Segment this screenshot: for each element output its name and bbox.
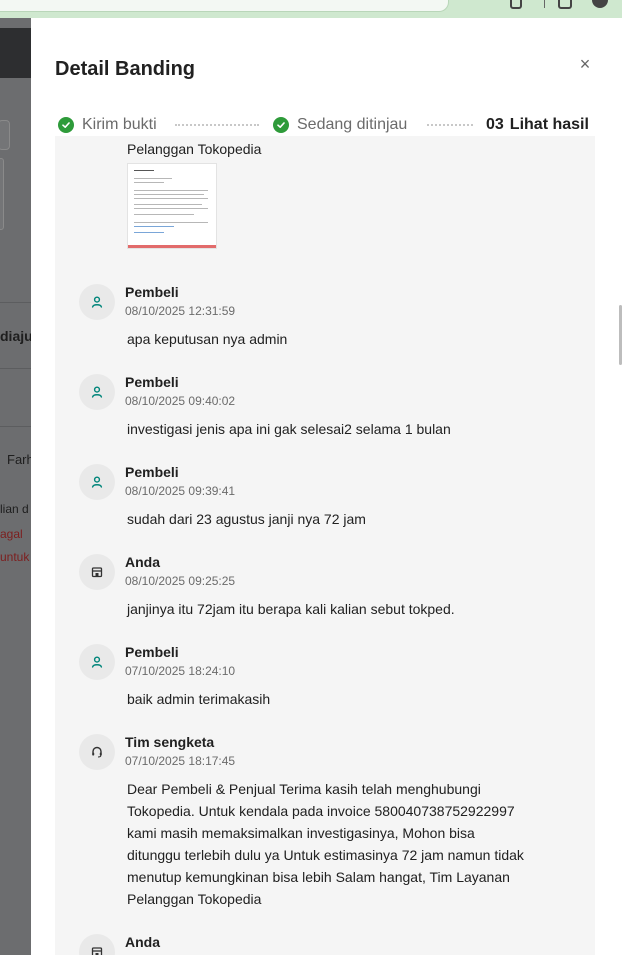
- profile-avatar[interactable]: [592, 0, 608, 8]
- message-text: Dear Pembeli & Penjual Terima kasih tela…: [127, 781, 524, 907]
- step-lihat-hasil: 03 Lihat hasil: [486, 114, 589, 136]
- attachment-caption: Pelanggan Tokopedia: [127, 141, 262, 157]
- message-sender: Pembeli: [125, 284, 179, 300]
- address-bar[interactable]: [0, 0, 449, 12]
- message-timestamp: 07/10/2025 18:24:10: [125, 664, 236, 678]
- backdrop-divider: [0, 426, 31, 427]
- message-sender: Tim sengketa: [125, 734, 215, 750]
- message-timestamp: 08/10/2025 09:39:41: [125, 484, 236, 498]
- backdrop-divider: [0, 368, 31, 369]
- avatar: [79, 374, 115, 410]
- step-sedang-ditinjau: Sedang ditinjau: [273, 114, 407, 136]
- message-text: janjinya itu 72jam itu berapa kali kalia…: [127, 601, 455, 617]
- backdrop-card: [0, 120, 10, 150]
- message-text: sudah dari 23 agustus janji nya 72 jam: [127, 511, 366, 527]
- user-icon: [91, 386, 103, 398]
- step-kirim-bukti: Kirim bukti: [58, 114, 157, 136]
- backdrop-divider: [0, 302, 31, 303]
- backdrop-text: lian d: [0, 502, 29, 516]
- store-icon: [91, 567, 103, 578]
- message-text: baik admin terimakasih: [127, 691, 271, 707]
- user-icon: [91, 656, 103, 668]
- backdrop-text: agal: [0, 527, 23, 541]
- check-circle-icon: [58, 117, 74, 133]
- avatar: [79, 734, 115, 770]
- message-timestamp: 08/10/2025 12:31:59: [125, 304, 236, 318]
- toolbar-divider: [544, 0, 545, 8]
- check-circle-icon: [273, 117, 289, 133]
- drawer-title: Detail Banding: [55, 58, 196, 80]
- progress-stepper: Kirim bukti Sedang ditinjau 03 Lihat has…: [58, 114, 622, 136]
- message-timestamp: 07/10/2025 18:17:45: [125, 754, 236, 768]
- extension-icon[interactable]: [510, 0, 522, 9]
- user-icon: [91, 476, 103, 488]
- step-label: Lihat hasil: [509, 116, 589, 133]
- avatar: [79, 554, 115, 590]
- message-text: investigasi jenis apa ini gak selesai2 s…: [127, 421, 451, 437]
- close-button[interactable]: ×: [575, 54, 595, 74]
- browser-chrome: [0, 0, 622, 18]
- appeal-detail-drawer: Detail Banding × Kirim bukti Sedang diti…: [31, 18, 622, 955]
- browser-toolbar-icons: [472, 0, 622, 18]
- avatar: [79, 934, 115, 955]
- store-icon: [91, 947, 103, 955]
- headset-icon: [92, 746, 102, 758]
- backdrop-card: [0, 158, 4, 230]
- message-sender: Pembeli: [125, 464, 179, 480]
- backdrop-text: untuk: [0, 550, 30, 564]
- backdrop-text: diaju: [0, 328, 31, 344]
- message-sender: Pembeli: [125, 644, 179, 660]
- avatar: [79, 284, 115, 320]
- backdrop-header: [0, 28, 31, 78]
- step-label: Sedang ditinjau: [297, 116, 408, 133]
- step-connector: [175, 124, 259, 128]
- discussion-thread[interactable]: Pelanggan Tokopedia Pembeli 08/10/2025 1…: [55, 136, 595, 955]
- message-sender: Anda: [125, 934, 160, 950]
- step-number: 03: [486, 116, 504, 133]
- message-text: apa keputusan nya admin: [127, 331, 288, 347]
- message-timestamp: 08/10/2025 09:40:02: [125, 394, 236, 408]
- message-sender: Anda: [125, 554, 160, 570]
- backdrop-text: Farh: [7, 452, 31, 467]
- page-backdrop: diaju Farh lian d agal untuk: [0, 18, 31, 955]
- avatar: [79, 464, 115, 500]
- step-label: Kirim bukti: [82, 116, 157, 133]
- close-icon: ×: [579, 54, 591, 74]
- user-icon: [91, 296, 103, 308]
- step-connector: [427, 124, 473, 128]
- avatar: [79, 644, 115, 680]
- attachment-thumbnail[interactable]: [127, 163, 217, 249]
- message-timestamp: 08/10/2025 09:25:25: [125, 574, 236, 588]
- tab-icon[interactable]: [558, 0, 572, 9]
- message-sender: Pembeli: [125, 374, 179, 390]
